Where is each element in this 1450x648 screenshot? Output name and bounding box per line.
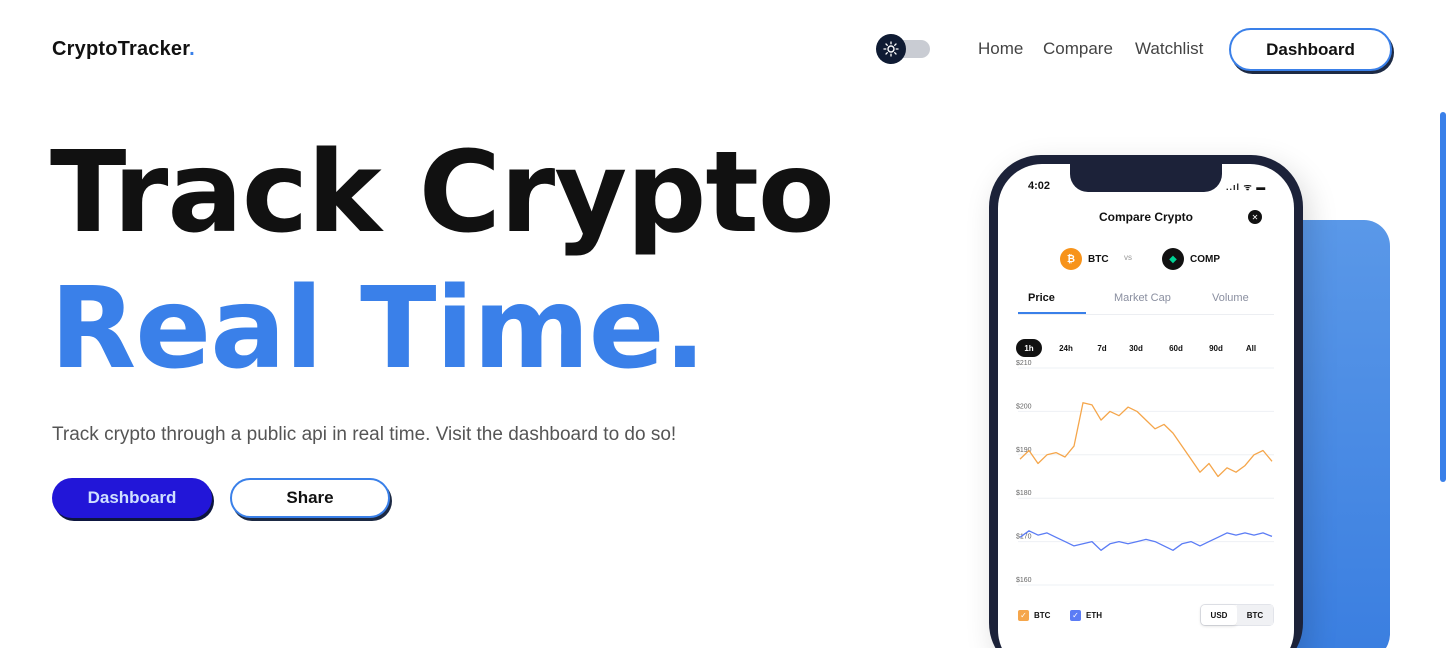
status-icons: ..ıl ᯤ ▬	[1226, 182, 1267, 192]
dashboard-button[interactable]: Dashboard	[52, 478, 212, 518]
nav-compare[interactable]: Compare	[1043, 39, 1113, 59]
sun-icon	[883, 41, 899, 57]
bitcoin-icon: ₿	[1060, 248, 1082, 270]
currency-usd[interactable]: USD	[1201, 605, 1237, 625]
coin-comp-label: COMP	[1190, 253, 1220, 265]
hero-subtitle: Track crypto through a public api in rea…	[52, 424, 677, 445]
currency-toggle[interactable]: USD BTC	[1200, 604, 1274, 626]
hero-title-line2: Real Time.	[50, 264, 706, 394]
currency-btc[interactable]: BTC	[1237, 605, 1273, 625]
nav-dashboard-button[interactable]: Dashboard	[1229, 28, 1392, 71]
nav-home[interactable]: Home	[978, 39, 1023, 59]
series-line-btc	[1019, 402, 1273, 478]
share-button[interactable]: Share	[230, 478, 390, 518]
btc-checkbox[interactable]: ✓	[1018, 610, 1029, 621]
legend-eth: ETH	[1086, 611, 1102, 620]
range-90d[interactable]: 90d	[1202, 339, 1230, 357]
logo[interactable]: CryptoTracker.	[52, 38, 195, 61]
vs-label: vs	[1124, 253, 1132, 262]
range-24h[interactable]: 24h	[1052, 339, 1080, 357]
nav-watchlist[interactable]: Watchlist	[1135, 39, 1203, 59]
phone-screen: 4:02 ..ıl ᯤ ▬ Compare Crypto ✕ ₿ BTC vs …	[998, 164, 1294, 648]
hero-title-line1: Track Crypto	[50, 128, 835, 258]
eth-checkbox[interactable]: ✓	[1070, 610, 1081, 621]
logo-text: CryptoTracker	[52, 38, 190, 60]
tab-volume[interactable]: Volume	[1212, 292, 1249, 304]
series-line-eth	[1019, 530, 1273, 551]
tab-divider	[1018, 314, 1274, 315]
range-7d[interactable]: 7d	[1092, 339, 1112, 357]
y-tick-label: $200	[1016, 403, 1032, 410]
range-all[interactable]: All	[1240, 339, 1262, 357]
legend-btc: BTC	[1034, 611, 1051, 620]
range-30d[interactable]: 30d	[1122, 339, 1150, 357]
tab-price[interactable]: Price	[1028, 292, 1055, 304]
theme-toggle[interactable]	[876, 34, 930, 64]
y-tick-label: $210	[1016, 360, 1032, 367]
tab-market-cap[interactable]: Market Cap	[1114, 292, 1171, 304]
range-60d[interactable]: 60d	[1162, 339, 1190, 357]
y-tick-label: $160	[1016, 577, 1032, 584]
phone-mockup: 4:02 ..ıl ᯤ ▬ Compare Crypto ✕ ₿ BTC vs …	[989, 155, 1303, 648]
close-icon[interactable]: ✕	[1248, 210, 1262, 224]
logo-dot: .	[189, 38, 195, 60]
coin-btc-label: BTC	[1088, 253, 1109, 265]
compound-icon: ◆	[1162, 248, 1184, 270]
price-chart: $210$200$190$180$170$160	[1016, 360, 1274, 586]
status-time: 4:02	[1028, 180, 1051, 192]
toggle-knob	[876, 34, 906, 64]
phone-notch	[1070, 164, 1222, 192]
coin-btc[interactable]: ₿ BTC	[1060, 248, 1109, 270]
y-tick-label: $180	[1016, 490, 1032, 497]
coin-comp[interactable]: ◆ COMP	[1162, 248, 1220, 270]
scrollbar[interactable]	[1440, 112, 1446, 482]
range-1h[interactable]: 1h	[1016, 339, 1042, 357]
